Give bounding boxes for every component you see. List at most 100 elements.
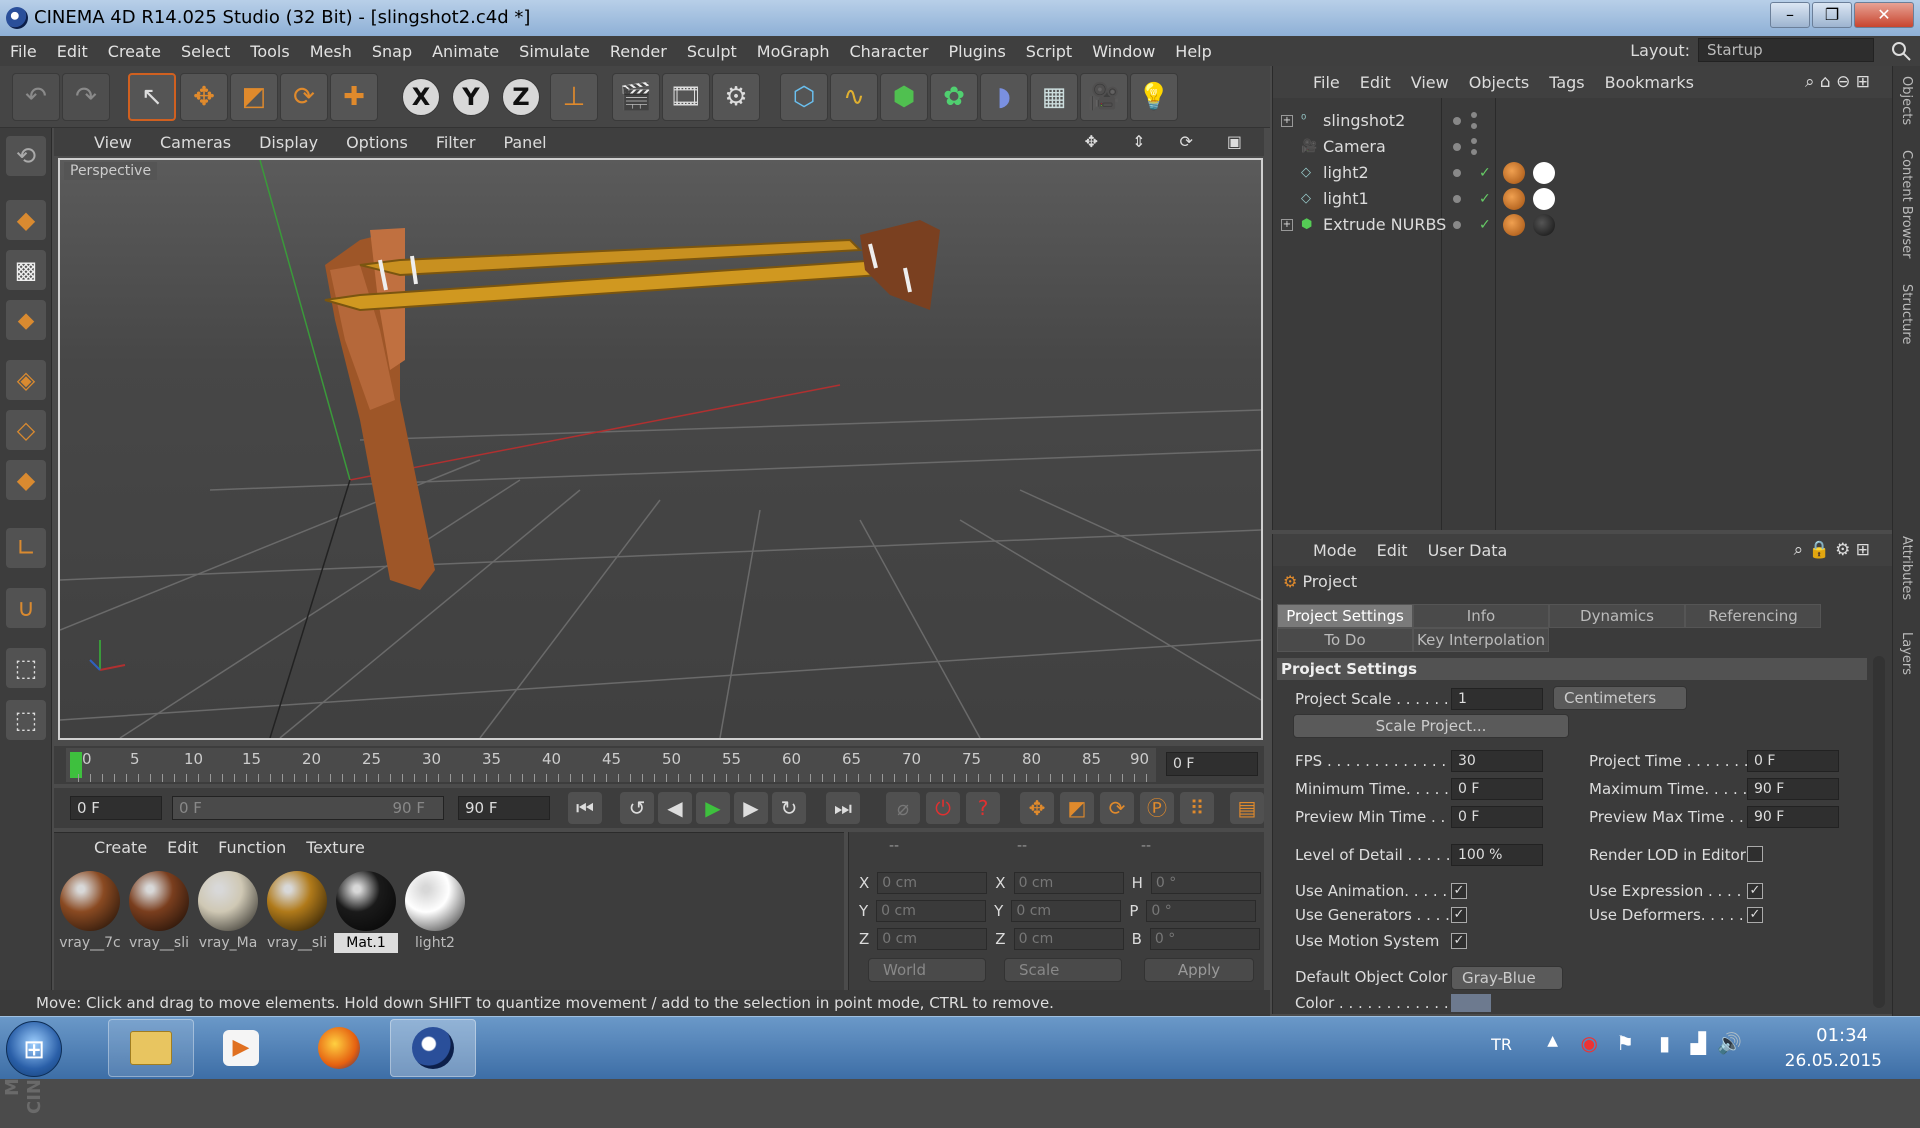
preview-range-slider[interactable]: 0 F 90 F (172, 796, 444, 820)
enabled-check-icon[interactable]: ✓ (1479, 186, 1491, 212)
edges-mode-icon[interactable]: ◇ (6, 410, 46, 450)
menu-file[interactable]: File (0, 42, 47, 61)
render-settings-icon[interactable]: ⚙ (712, 73, 760, 121)
menu-mograph[interactable]: MoGraph (747, 42, 840, 61)
x-axis-lock-icon[interactable]: X (402, 78, 440, 116)
explorer-taskbar-icon[interactable] (108, 1019, 194, 1077)
record-keys-icon[interactable]: ⌀ (886, 792, 920, 824)
live-selection-icon[interactable]: ✚ (330, 73, 378, 121)
side-tab-layers[interactable]: Layers (1899, 632, 1914, 675)
menu-plugins[interactable]: Plugins (938, 42, 1015, 61)
language-indicator[interactable]: TR (1491, 1035, 1512, 1054)
tweak-magnet-icon[interactable]: ∪ (6, 588, 46, 628)
next-key-icon[interactable]: ↻ (772, 792, 806, 824)
mograph-cloner-icon[interactable]: ✿ (930, 73, 978, 121)
minimize-button[interactable]: – (1770, 2, 1810, 28)
size-x-field[interactable]: 0 cm (1013, 872, 1124, 894)
spline-pen-icon[interactable]: ∿ (830, 73, 878, 121)
viewport-menu-view[interactable]: View (54, 133, 146, 152)
viewport-menu-cameras[interactable]: Cameras (146, 133, 245, 152)
deformer-bend-icon[interactable]: ◗ (980, 73, 1028, 121)
use-animation-checkbox[interactable]: ✓ (1451, 883, 1467, 899)
scale-tool-icon[interactable]: ◩ (230, 73, 278, 121)
material-tag-icon[interactable] (1533, 162, 1555, 184)
project-scale-field[interactable]: 1 (1451, 688, 1543, 710)
object-row-light1[interactable]: ◇ light1 ✓ (1273, 186, 1893, 212)
material-menu-function[interactable]: Function (208, 838, 296, 857)
use-motion-checkbox[interactable]: ✓ (1451, 933, 1467, 949)
layout-dropdown[interactable]: Startup (1698, 38, 1874, 62)
timeline-window-icon[interactable]: ▤ (1230, 792, 1264, 824)
undo-icon[interactable]: ↶ (12, 73, 60, 121)
viewport-pan-icon[interactable]: ✥ (1071, 132, 1112, 151)
use-deformers-checkbox[interactable]: ✓ (1747, 907, 1763, 923)
color-swatch[interactable] (1451, 994, 1491, 1012)
material-tag-icon[interactable] (1533, 214, 1555, 236)
volume-icon[interactable]: 🔊 (1717, 1031, 1742, 1055)
attr-manager-tools-icon[interactable]: ⌕ 🔒 ⚙ ⊞ (1784, 540, 1880, 560)
firefox-taskbar-icon[interactable] (296, 1019, 382, 1077)
autokey-icon[interactable]: ⏻ (926, 792, 960, 824)
start-frame-field[interactable]: 0 F (70, 796, 162, 820)
show-hidden-icons-icon[interactable]: ▲ (1547, 1033, 1558, 1049)
use-generators-checkbox[interactable]: ✓ (1451, 907, 1467, 923)
attr-menu-userdata[interactable]: User Data (1418, 541, 1518, 560)
menu-mesh[interactable]: Mesh (300, 42, 362, 61)
object-menu-tags[interactable]: Tags (1539, 73, 1594, 92)
project-time-field[interactable]: 0 F (1747, 750, 1839, 772)
preview-min-field[interactable]: 0 F (1451, 806, 1543, 828)
perspective-viewport[interactable]: Perspective (58, 158, 1263, 740)
default-object-color-dropdown[interactable]: Gray-Blue (1451, 966, 1563, 990)
selection-tool-icon[interactable]: ↖ (128, 73, 176, 121)
lod-field[interactable]: 100 % (1451, 844, 1543, 866)
prev-frame-icon[interactable]: ◀ (658, 792, 692, 824)
texture-mode-icon[interactable]: ▩ (6, 250, 46, 290)
object-row-camera[interactable]: 🎥 Camera (1273, 134, 1893, 160)
preview-max-field[interactable]: 90 F (1747, 806, 1839, 828)
snap-lock-icon[interactable]: ⬚ (6, 648, 46, 688)
goto-start-icon[interactable]: ⏮ (568, 792, 602, 824)
play-icon[interactable]: ▶ (696, 792, 730, 824)
goto-end-icon[interactable]: ⏭ (826, 792, 860, 824)
attr-scrollbar[interactable] (1873, 656, 1885, 1008)
viewport-rotate-icon[interactable]: ⟳ (1165, 132, 1206, 151)
keyframe-selection-icon[interactable]: ? (966, 792, 1000, 824)
material-swatch[interactable]: vray__sli (265, 869, 329, 953)
scale-project-button[interactable]: Scale Project... (1293, 714, 1569, 738)
key-scale-icon[interactable]: ◩ (1060, 792, 1094, 824)
menu-edit[interactable]: Edit (47, 42, 98, 61)
menu-character[interactable]: Character (839, 42, 938, 61)
expand-icon[interactable]: + (1281, 219, 1293, 231)
current-frame-field[interactable]: 0 F (1166, 752, 1258, 776)
tag-icon[interactable] (1503, 214, 1525, 236)
light-object-icon[interactable]: 💡 (1130, 73, 1178, 121)
viewport-menu-filter[interactable]: Filter (422, 133, 490, 152)
action-center-flag-icon[interactable]: ⚑ (1616, 1031, 1634, 1055)
object-menu-view[interactable]: View (1401, 73, 1459, 92)
start-button[interactable]: ⊞ (6, 1021, 62, 1077)
material-swatch[interactable]: vray_Ma (196, 869, 260, 953)
attr-menu-mode[interactable]: Mode (1303, 541, 1367, 560)
object-menu-edit[interactable]: Edit (1350, 73, 1401, 92)
camera-object-icon[interactable]: 🎥 (1080, 73, 1128, 121)
material-menu-create[interactable]: Create (84, 838, 157, 857)
clock-time[interactable]: 01:34 (1816, 1025, 1868, 1046)
next-frame-icon[interactable]: ▶ (734, 792, 768, 824)
key-pla-icon[interactable]: ⠿ (1180, 792, 1214, 824)
polygons-mode-icon[interactable]: ◆ (6, 460, 46, 500)
tab-key-interpolation[interactable]: Key Interpolation (1413, 628, 1549, 652)
network-icon[interactable]: ▟ (1691, 1031, 1706, 1055)
antivirus-icon[interactable]: ◉ (1581, 1031, 1598, 1055)
menu-render[interactable]: Render (600, 42, 677, 61)
tab-dynamics[interactable]: Dynamics (1549, 604, 1685, 628)
render-visibility-dot[interactable] (1471, 123, 1477, 129)
maximize-button[interactable]: ❐ (1812, 2, 1852, 28)
model-mode-icon[interactable]: ◆ (6, 200, 46, 240)
battery-icon[interactable]: ▮ (1659, 1031, 1670, 1055)
viewport-menu-panel[interactable]: Panel (489, 133, 560, 152)
size-y-field[interactable]: 0 cm (1011, 900, 1122, 922)
redo-icon[interactable]: ↷ (62, 73, 110, 121)
viewport-zoom-icon[interactable]: ⇕ (1118, 132, 1159, 151)
position-z-field[interactable]: 0 cm (877, 928, 988, 950)
move-tool-icon[interactable]: ✥ (180, 73, 228, 121)
